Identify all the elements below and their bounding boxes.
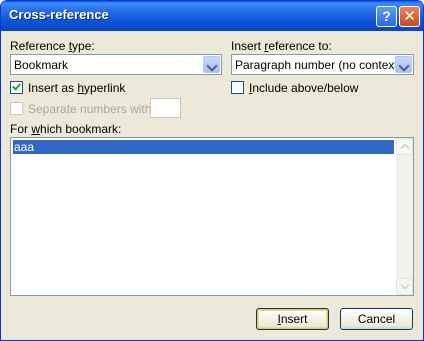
separate-numbers-checkbox[interactable] xyxy=(10,102,23,115)
insert-button[interactable]: Insert xyxy=(256,308,329,330)
bookmark-listbox[interactable]: aaa xyxy=(10,137,414,296)
close-button[interactable]: ✕ xyxy=(399,6,420,27)
include-above-below-checkbox[interactable] xyxy=(231,81,244,94)
insert-reference-to-dropdown[interactable]: Paragraph number (no context) xyxy=(231,54,414,75)
insert-as-hyperlink-label[interactable]: Insert as hyperlink xyxy=(28,81,125,95)
close-icon: ✕ xyxy=(403,8,416,25)
cross-reference-dialog: Cross-reference ? ✕ Reference type: Book… xyxy=(0,0,424,341)
reference-type-value: Bookmark xyxy=(14,58,69,72)
reference-type-dropdown[interactable]: Bookmark xyxy=(10,54,222,75)
insert-as-hyperlink-checkbox[interactable] xyxy=(10,81,23,94)
chevron-down-icon[interactable] xyxy=(395,56,412,73)
separate-numbers-label: Separate numbers with xyxy=(28,102,152,116)
help-icon: ? xyxy=(382,8,391,24)
cancel-button[interactable]: Cancel xyxy=(340,308,413,330)
list-item[interactable]: aaa xyxy=(13,140,394,154)
help-button[interactable]: ? xyxy=(376,6,397,27)
dialog-title: Cross-reference xyxy=(9,7,109,22)
scroll-down-icon[interactable] xyxy=(396,278,413,295)
checkmark-icon xyxy=(12,81,21,91)
vertical-scrollbar[interactable] xyxy=(396,138,413,295)
chevron-down-icon[interactable] xyxy=(203,56,220,73)
include-above-below-label[interactable]: Include above/below xyxy=(249,81,358,95)
bookmark-list-label: For which bookmark: xyxy=(10,122,122,136)
title-bar[interactable]: Cross-reference ? ✕ xyxy=(1,1,423,31)
insert-reference-to-value: Paragraph number (no context) xyxy=(235,58,402,72)
separate-numbers-field[interactable] xyxy=(150,98,181,118)
insert-reference-to-label: Insert reference to: xyxy=(231,39,332,53)
dialog-body: Reference type: Bookmark Insert referenc… xyxy=(4,31,420,339)
scroll-up-icon[interactable] xyxy=(396,138,413,155)
reference-type-label: Reference type: xyxy=(10,39,95,53)
